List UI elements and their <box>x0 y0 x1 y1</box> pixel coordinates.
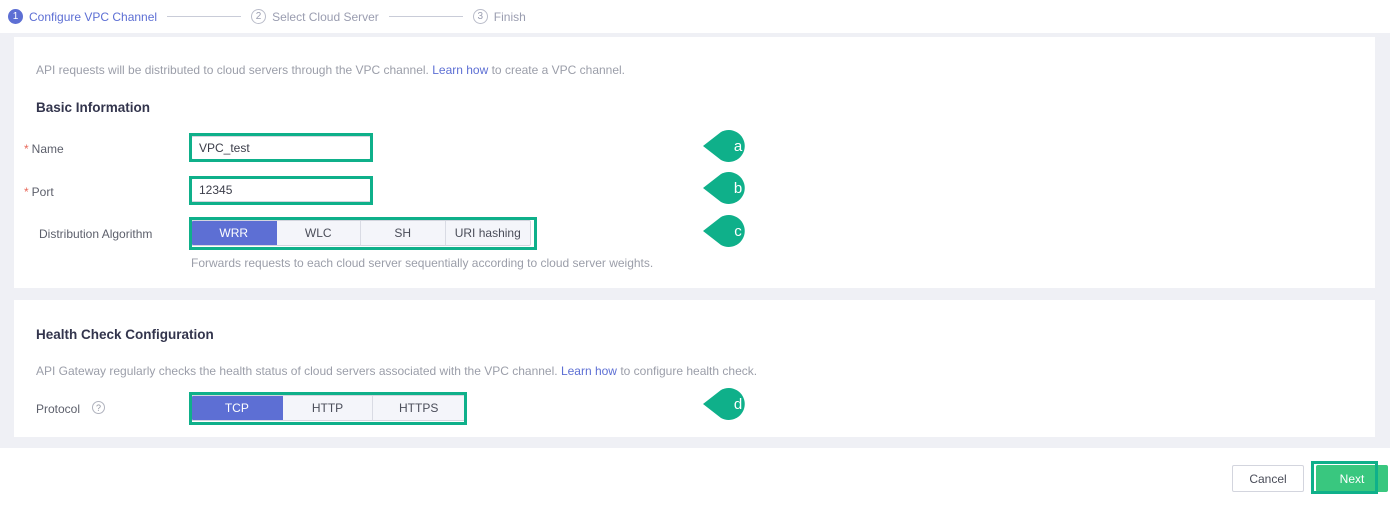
basic-description-text-after: to create a VPC channel. <box>488 63 626 77</box>
footer-bar: Cancel Next <box>0 448 1390 507</box>
annotation-marker-a: a <box>703 130 759 162</box>
annotation-marker-b-letter: b <box>733 179 743 197</box>
step-2-select-cloud-server[interactable]: 2 Select Cloud Server <box>251 9 379 24</box>
health-check-card: Health Check Configuration API Gateway r… <box>14 300 1375 437</box>
step-3-number: 3 <box>472 9 488 24</box>
protocol-option-tcp[interactable]: TCP <box>192 396 283 420</box>
health-check-description: API Gateway regularly checks the health … <box>36 364 757 378</box>
cancel-button[interactable]: Cancel <box>1232 465 1304 492</box>
basic-information-card: API requests will be distributed to clou… <box>14 37 1375 288</box>
protocol-option-https[interactable]: HTTPS <box>373 396 464 420</box>
annotation-marker-a-letter: a <box>733 137 743 155</box>
health-check-title: Health Check Configuration <box>36 327 214 342</box>
name-field-label: * Name <box>24 142 64 156</box>
basic-learn-how-link[interactable]: Learn how <box>432 63 488 77</box>
port-input[interactable] <box>191 178 371 202</box>
step-1-label: Configure VPC Channel <box>29 9 158 24</box>
protocol-label: Protocol <box>36 402 81 416</box>
step-connector-2 <box>388 16 463 17</box>
step-connector-1 <box>167 16 242 17</box>
step-2-label: Select Cloud Server <box>272 9 379 24</box>
question-mark-icon[interactable]: ? <box>92 401 105 414</box>
step-progress-bar: 1 Configure VPC Channel 2 Select Cloud S… <box>0 0 1390 33</box>
port-required-marker: * <box>24 185 29 199</box>
annotation-marker-d-letter: d <box>733 395 743 413</box>
health-learn-how-link[interactable]: Learn how <box>561 364 617 378</box>
port-label-text: Port <box>31 185 54 199</box>
step-1-number: 1 <box>8 9 23 24</box>
annotation-marker-d: d <box>703 388 759 420</box>
health-description-text-before: API Gateway regularly checks the health … <box>36 364 561 378</box>
name-label-text: Name <box>31 142 64 156</box>
distribution-algorithm-segmented-control[interactable]: WRR WLC SH URI hashing <box>191 220 531 246</box>
annotation-marker-b: b <box>703 172 759 204</box>
distribution-algorithm-hint: Forwards requests to each cloud server s… <box>191 256 654 270</box>
annotation-marker-c-letter: c <box>734 222 742 240</box>
step-3-label: Finish <box>493 9 526 24</box>
next-button[interactable]: Next <box>1316 465 1388 492</box>
protocol-segmented-control[interactable]: TCP HTTP HTTPS <box>191 395 465 421</box>
port-field-label: * Port <box>24 185 54 199</box>
algorithm-option-uri-hashing[interactable]: URI hashing <box>445 221 530 245</box>
step-1-configure-vpc-channel[interactable]: 1 Configure VPC Channel <box>8 9 157 24</box>
basic-description-text-before: API requests will be distributed to clou… <box>36 63 433 77</box>
basic-information-title: Basic Information <box>36 100 151 115</box>
annotation-marker-c: c <box>703 215 759 247</box>
algorithm-option-wrr[interactable]: WRR <box>192 221 277 245</box>
protocol-option-http[interactable]: HTTP <box>282 396 374 420</box>
basic-description: API requests will be distributed to clou… <box>36 63 625 77</box>
name-input[interactable] <box>191 136 371 160</box>
name-required-marker: * <box>24 142 29 156</box>
distribution-algorithm-label: Distribution Algorithm <box>39 227 153 241</box>
algorithm-option-sh[interactable]: SH <box>361 221 446 245</box>
step-3-finish[interactable]: 3 Finish <box>472 9 526 24</box>
health-description-text-after: to configure health check. <box>616 364 758 378</box>
algorithm-option-wlc[interactable]: WLC <box>276 221 361 245</box>
step-2-number: 2 <box>251 9 267 24</box>
